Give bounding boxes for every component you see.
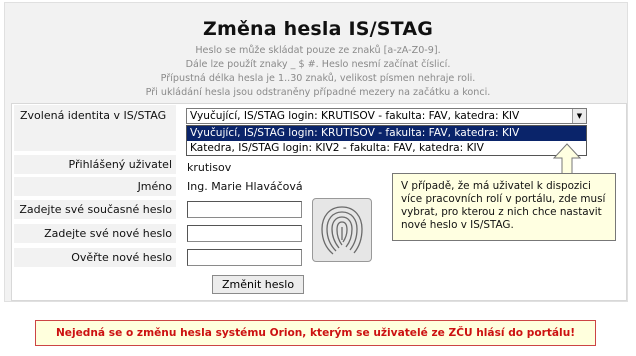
identity-tooltip: V případě, že má uživatel k dispozici ví…: [392, 173, 616, 241]
change-password-button[interactable]: Změnit heslo: [212, 275, 304, 294]
hint-line-3: Přípustná délka hesla je 1..30 znaků, ve…: [160, 73, 476, 84]
hint-line-2: Dále lze použít znaky _ $ #. Heslo nesmí…: [185, 59, 451, 70]
verify-password-input[interactable]: [187, 249, 302, 266]
hint-line-4: Při ukládání hesla jsou odstraněny přípa…: [145, 87, 491, 98]
user-label: Přihlášený uživatel: [14, 155, 176, 174]
new-password-label: Zadejte své nové heslo: [14, 224, 176, 243]
arrow-up-icon: [552, 143, 582, 175]
chevron-down-icon[interactable]: ▼: [572, 109, 586, 123]
identity-select-value: Vyučující, IS/STAG login: KRUTISOV - fak…: [190, 110, 520, 122]
identity-dropdown-list: Vyučující, IS/STAG login: KRUTISOV - fak…: [186, 125, 587, 156]
identity-option[interactable]: Katedra, IS/STAG login: KIV2 - fakulta: …: [187, 141, 586, 156]
new-password-input[interactable]: [187, 225, 302, 242]
identity-select[interactable]: Vyučující, IS/STAG login: KRUTISOV - fak…: [186, 108, 587, 124]
user-value: krutisov: [187, 161, 232, 174]
identity-option[interactable]: Vyučující, IS/STAG login: KRUTISOV - fak…: [187, 126, 586, 141]
fingerprint-icon: [312, 198, 372, 262]
verify-password-label: Ověřte nové heslo: [14, 248, 176, 267]
orion-warning: Nejedná se o změnu hesla systému Orion, …: [35, 320, 596, 346]
hint-line-1: Heslo se může skládat pouze ze znaků [a-…: [195, 45, 441, 56]
name-value: Ing. Marie Hlaváčová: [187, 180, 303, 193]
name-label: Jméno: [14, 177, 176, 196]
current-password-input[interactable]: [187, 201, 302, 218]
identity-label: Zvolená identita v IS/STAG: [14, 105, 176, 151]
current-password-label: Zadejte své současné heslo: [14, 200, 176, 219]
page-title: Změna hesla IS/STAG: [202, 18, 434, 40]
